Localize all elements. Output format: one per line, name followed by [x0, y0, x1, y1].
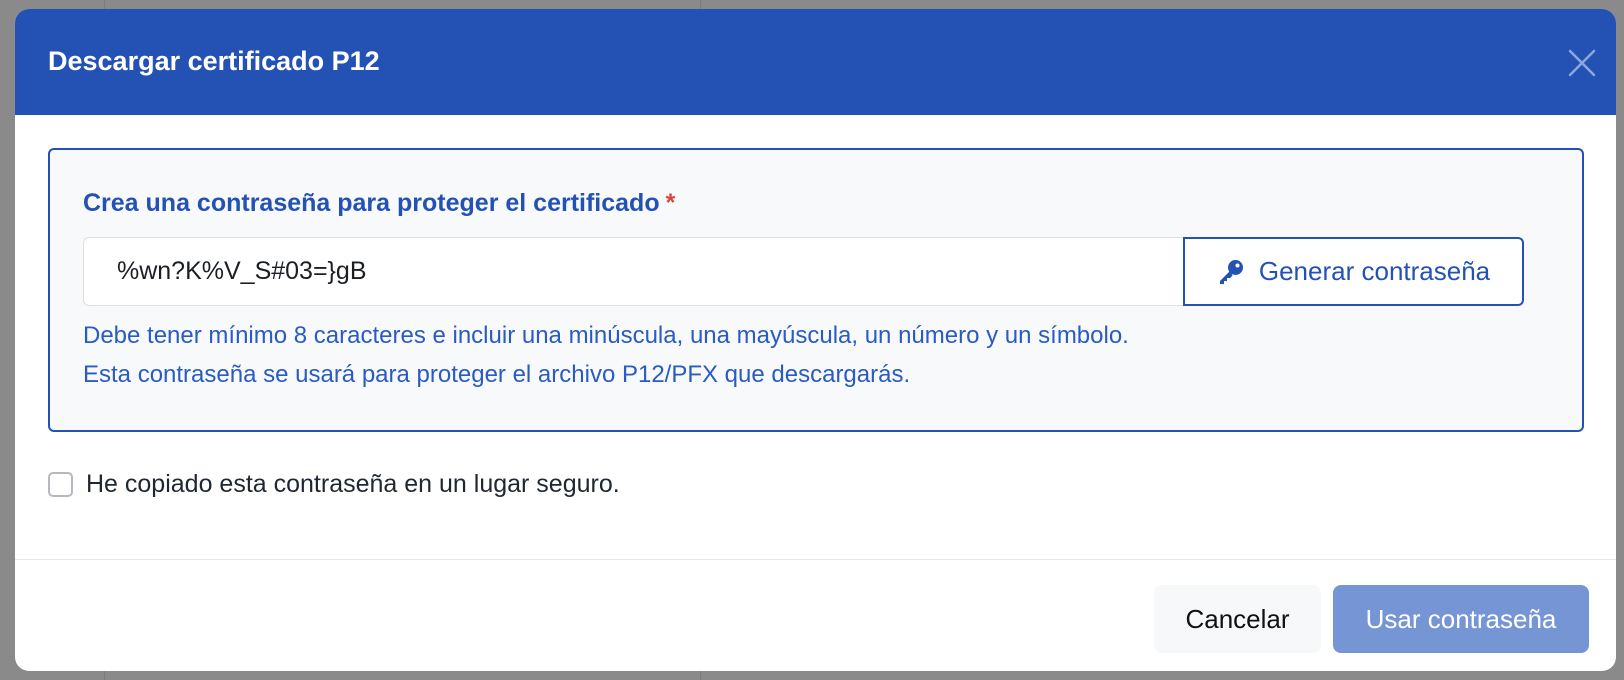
key-icon — [1219, 259, 1243, 284]
password-requirements-hint: Debe tener mínimo 8 caracteres e incluir… — [83, 322, 1129, 349]
modal-body: Crea una contraseña para proteger el cer… — [15, 115, 1616, 559]
password-panel: Crea una contraseña para proteger el cer… — [48, 148, 1584, 432]
confirm-copied-checkbox[interactable] — [48, 472, 73, 497]
password-usage-hint: Esta contraseña se usará para proteger e… — [83, 361, 911, 388]
password-input[interactable] — [83, 237, 1183, 306]
close-button[interactable] — [1562, 43, 1602, 83]
required-marker: * — [665, 189, 676, 217]
generate-password-label: Generar contraseña — [1258, 256, 1491, 286]
password-label-text: Crea una contraseña para proteger el cer… — [83, 189, 660, 217]
confirm-copied-row: He copiado esta contraseña en un lugar s… — [48, 470, 620, 499]
cancel-button[interactable]: Cancelar — [1154, 585, 1321, 653]
modal-title: Descargar certificado P12 — [48, 46, 380, 76]
close-icon — [1568, 49, 1596, 77]
modal-header: Descargar certificado P12 — [15, 9, 1616, 115]
use-password-button[interactable]: Usar contraseña — [1333, 585, 1589, 653]
download-certificate-modal: Descargar certificado P12 Crea una contr… — [15, 9, 1616, 671]
modal-footer: Cancelar Usar contraseña — [15, 559, 1616, 671]
password-label: Crea una contraseña para proteger el cer… — [83, 189, 675, 218]
confirm-copied-label[interactable]: He copiado esta contraseña en un lugar s… — [86, 470, 620, 499]
password-input-group: Generar contraseña — [83, 237, 1524, 306]
generate-password-button[interactable]: Generar contraseña — [1183, 237, 1524, 306]
